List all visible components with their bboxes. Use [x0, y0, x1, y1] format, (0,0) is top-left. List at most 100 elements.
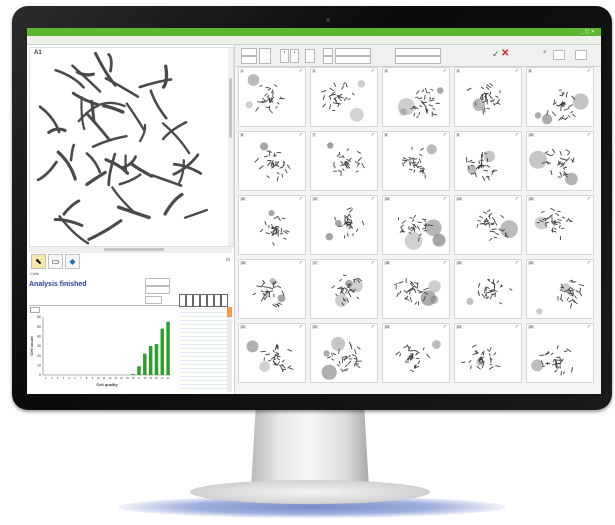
chromosome: [85, 111, 111, 141]
metaphase-gallery-grid: 1 ✓ 2 ✓ 3 ✓ 4 ✓ 5 ✓ 6 ✓ 7 ✓ 8 ✓ 9 ✓ 10 ✓ 11 ✓ 12 ✓ 13 ✓ 14 ✓ 15 ✓ 16 ✓ 1…: [238, 67, 601, 394]
chromosome-mark: [361, 220, 365, 226]
interphase-nucleus: [541, 114, 553, 125]
select-tool-icon[interactable]: ▭: [48, 254, 63, 269]
filter-icon[interactable]: [323, 56, 333, 64]
order-dropdown[interactable]: [335, 56, 371, 64]
metaphase-image: [327, 142, 365, 177]
view-option-button[interactable]: [553, 50, 565, 60]
x-tick-label: 10: [97, 376, 100, 380]
chromosome: [149, 89, 168, 120]
chromosome-mark: [486, 291, 490, 294]
page-size-selector[interactable]: [241, 56, 257, 64]
pointer-tool-icon[interactable]: ⬉: [31, 254, 46, 269]
chromosome-mark: [574, 295, 577, 299]
metaphase-thumbnail[interactable]: 23 ✓: [382, 323, 450, 383]
page-selector[interactable]: [241, 48, 257, 56]
metaphase-thumbnail[interactable]: 17 ✓: [310, 259, 378, 319]
metaphase-thumbnail[interactable]: 11 ✓: [238, 195, 306, 255]
chromosome-mark: [270, 99, 274, 103]
cell-table-header-icons[interactable]: [179, 294, 232, 307]
metaphase-thumbnail[interactable]: 20 ✓: [526, 259, 594, 319]
column-toggle-icon[interactable]: [200, 294, 207, 307]
prev-icon[interactable]: ‹: [280, 49, 289, 63]
chromosome-mark: [562, 167, 566, 170]
panel-pin-icon[interactable]: ⊟: [226, 257, 230, 263]
metaphase-thumbnail[interactable]: 1 ✓: [238, 67, 306, 127]
small-option-button[interactable]: [145, 296, 162, 304]
chromosome-mark: [484, 287, 486, 294]
metaphase-thumbnail[interactable]: 7 ✓: [310, 131, 378, 191]
chromosome-mark: [499, 90, 501, 94]
metaphase-thumbnail[interactable]: 9 ✓: [454, 131, 522, 191]
chromosome-mark: [413, 214, 417, 219]
next-icon[interactable]: ›: [290, 49, 299, 63]
metaphase-thumbnail[interactable]: 21 ✓: [238, 323, 306, 383]
chromosome-mark: [342, 82, 346, 85]
classification-dropdown[interactable]: [395, 48, 441, 56]
quality-dropdown[interactable]: [395, 56, 441, 64]
metaphase-thumbnail[interactable]: 22 ✓: [310, 323, 378, 383]
chromosome-mark: [489, 353, 491, 357]
filter-dropdown-2[interactable]: [145, 286, 170, 294]
x-tick-label: 9: [92, 376, 94, 380]
metaphase-thumbnail[interactable]: 24 ✓: [454, 323, 522, 383]
horizontal-scrollbar[interactable]: [29, 247, 232, 253]
chromosome-mark: [493, 220, 498, 226]
metaphase-thumbnail[interactable]: 15 ✓: [526, 195, 594, 255]
sort-field-dropdown[interactable]: [335, 48, 371, 56]
chromosome-mark: [490, 223, 495, 225]
metaphase-thumbnail[interactable]: 8 ✓: [382, 131, 450, 191]
sort-icon[interactable]: [323, 48, 333, 56]
chromosome-mark: [337, 170, 341, 172]
metaphase-thumbnail[interactable]: 14 ✓: [454, 195, 522, 255]
chromosome-mark: [495, 95, 499, 98]
chromosome-mark: [337, 103, 340, 108]
metaphase-thumbnail[interactable]: 4 ✓: [454, 67, 522, 127]
metaphase-thumbnail[interactable]: 16 ✓: [238, 259, 306, 319]
chromosome-mark: [408, 168, 413, 171]
tab-cells[interactable]: Cells: [30, 271, 39, 276]
column-toggle-icon[interactable]: [193, 294, 200, 307]
metaphase-thumbnail[interactable]: 3 ✓: [382, 67, 450, 127]
chromosome-mark: [272, 242, 275, 246]
column-toggle-icon[interactable]: [186, 294, 193, 307]
chromosome-mark: [477, 220, 482, 222]
vertical-toolstrip[interactable]: [227, 307, 232, 392]
column-toggle-icon[interactable]: [214, 294, 221, 307]
vertical-scrollbar[interactable]: [228, 48, 233, 246]
settings-icon[interactable]: [575, 50, 587, 60]
chromosome-mark: [571, 366, 573, 373]
accept-icon[interactable]: ✓: [492, 49, 500, 60]
metaphase-thumbnail[interactable]: 5 ✓: [526, 67, 594, 127]
analysis-status-heading: Analysis finished: [29, 281, 87, 288]
chromosome-mark: [351, 92, 355, 96]
grid-toggle-icon[interactable]: [259, 48, 271, 64]
filter-dropdown-1[interactable]: [145, 278, 170, 286]
metaphase-thumbnail[interactable]: 13 ✓: [382, 195, 450, 255]
window-controls[interactable]: _ ▢ ✕: [581, 29, 595, 35]
metaphase-thumbnail[interactable]: 10 ✓: [526, 131, 594, 191]
orange-tool-icon[interactable]: [227, 307, 232, 317]
column-toggle-icon[interactable]: [207, 294, 214, 307]
metaphase-viewer[interactable]: A1: [29, 47, 234, 247]
pick-tool-icon[interactable]: ◆: [65, 254, 80, 269]
column-toggle-icon[interactable]: [221, 294, 228, 307]
metaphase-thumbnail[interactable]: 25 ✓: [526, 323, 594, 383]
chromosome-mark: [322, 95, 325, 101]
metaphase-thumbnail[interactable]: 19 ✓: [454, 259, 522, 319]
chromosome-mark: [356, 364, 361, 369]
reject-icon[interactable]: ✕: [501, 48, 509, 59]
refresh-icon[interactable]: [305, 49, 315, 63]
metaphase-thumbnail[interactable]: 12 ✓: [310, 195, 378, 255]
metaphase-thumbnail[interactable]: 6 ✓: [238, 131, 306, 191]
zoom-icon[interactable]: ⌕: [543, 49, 547, 57]
chromosome-mark: [345, 166, 349, 169]
chromosome-mark: [356, 346, 361, 350]
column-toggle-icon[interactable]: [179, 294, 186, 307]
metaphase-image: [393, 278, 441, 306]
cell-table-grid[interactable]: [179, 307, 227, 392]
metaphase-thumbnail[interactable]: 2 ✓: [310, 67, 378, 127]
chromosome-mark: [357, 157, 362, 162]
metaphase-thumbnail[interactable]: 18 ✓: [382, 259, 450, 319]
chromosome-mark: [346, 286, 351, 289]
